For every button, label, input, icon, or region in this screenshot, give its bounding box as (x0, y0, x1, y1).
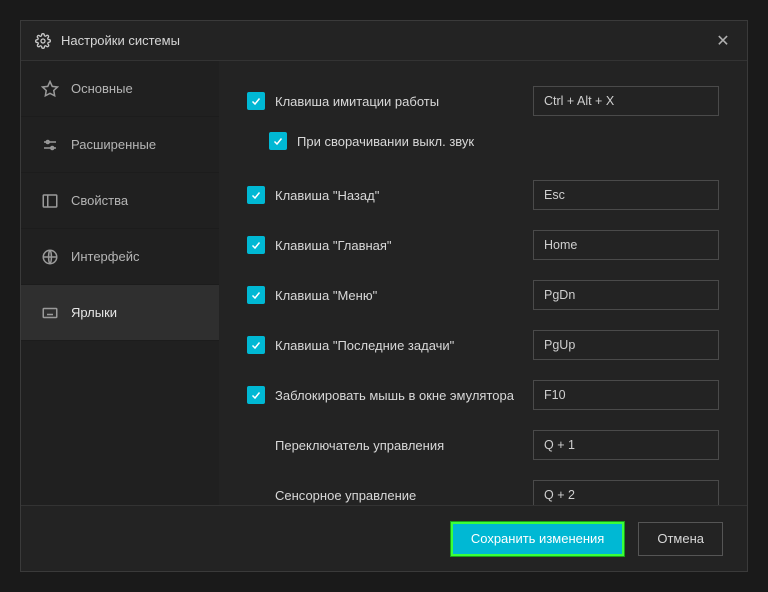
sliders-icon (41, 136, 59, 154)
checkbox-menu-key[interactable] (247, 286, 265, 304)
close-icon[interactable]: ✕ (713, 31, 733, 51)
hotkey-input-control-switch[interactable]: Q + 1 (533, 430, 719, 460)
setting-label: Клавиша "Меню" (275, 288, 521, 303)
gear-icon (35, 33, 51, 49)
checkbox-recent-key[interactable] (247, 336, 265, 354)
titlebar: Настройки системы ✕ (21, 21, 747, 61)
setting-label: Переключатель управления (275, 438, 521, 453)
hotkey-input-lock-mouse[interactable]: F10 (533, 380, 719, 410)
window-title: Настройки системы (61, 33, 713, 48)
setting-row-control-switch: Переключатель управления Q + 1 (247, 429, 719, 461)
sidebar-item-label: Интерфейс (71, 249, 139, 264)
setting-label: Клавиша "Последние задачи" (275, 338, 521, 353)
sidebar: Основные Расширенные Свойства Интерфейс … (21, 61, 219, 505)
setting-row-mute-minimize: При сворачивании выкл. звук (269, 125, 719, 157)
setting-row-lock-mouse: Заблокировать мышь в окне эмулятора F10 (247, 379, 719, 411)
star-icon (41, 80, 59, 98)
sidebar-item-advanced[interactable]: Расширенные (21, 117, 219, 173)
checkbox-home-key[interactable] (247, 236, 265, 254)
setting-row-boss-key: Клавиша имитации работы Ctrl + Alt + X (247, 85, 719, 117)
hotkey-input-back[interactable]: Esc (533, 180, 719, 210)
setting-label: Клавиша "Назад" (275, 188, 521, 203)
hotkey-input-touch-control[interactable]: Q + 2 (533, 480, 719, 505)
hotkey-input-recent[interactable]: PgUp (533, 330, 719, 360)
checkbox-lock-mouse[interactable] (247, 386, 265, 404)
keyboard-icon (41, 304, 59, 322)
sidebar-item-general[interactable]: Основные (21, 61, 219, 117)
globe-icon (41, 248, 59, 266)
content-panel: Клавиша имитации работы Ctrl + Alt + X П… (219, 61, 747, 505)
footer: Сохранить изменения Отмена (21, 505, 747, 571)
sidebar-item-properties[interactable]: Свойства (21, 173, 219, 229)
setting-row-home-key: Клавиша "Главная" Home (247, 229, 719, 261)
checkbox-boss-key[interactable] (247, 92, 265, 110)
checkbox-mute-minimize[interactable] (269, 132, 287, 150)
sidebar-item-label: Свойства (71, 193, 128, 208)
sidebar-item-label: Основные (71, 81, 133, 96)
sidebar-item-label: Ярлыки (71, 305, 117, 320)
setting-row-touch-control: Сенсорное управление Q + 2 (247, 479, 719, 505)
hotkey-input-menu[interactable]: PgDn (533, 280, 719, 310)
setting-label: Клавиша "Главная" (275, 238, 521, 253)
setting-label: Сенсорное управление (275, 488, 521, 503)
checkbox-back-key[interactable] (247, 186, 265, 204)
setting-label: Заблокировать мышь в окне эмулятора (275, 388, 521, 403)
window-body: Основные Расширенные Свойства Интерфейс … (21, 61, 747, 505)
setting-row-recent-key: Клавиша "Последние задачи" PgUp (247, 329, 719, 361)
setting-label: При сворачивании выкл. звук (297, 134, 719, 149)
cancel-button[interactable]: Отмена (638, 522, 723, 556)
settings-window: Настройки системы ✕ Основные Расширенные… (20, 20, 748, 572)
setting-row-menu-key: Клавиша "Меню" PgDn (247, 279, 719, 311)
save-button[interactable]: Сохранить изменения (451, 522, 625, 556)
sidebar-item-label: Расширенные (71, 137, 156, 152)
sidebar-item-shortcuts[interactable]: Ярлыки (21, 285, 219, 341)
sidebar-item-interface[interactable]: Интерфейс (21, 229, 219, 285)
setting-row-back-key: Клавиша "Назад" Esc (247, 179, 719, 211)
panel-icon (41, 192, 59, 210)
hotkey-input-home[interactable]: Home (533, 230, 719, 260)
hotkey-input-boss-key[interactable]: Ctrl + Alt + X (533, 86, 719, 116)
setting-label: Клавиша имитации работы (275, 94, 521, 109)
